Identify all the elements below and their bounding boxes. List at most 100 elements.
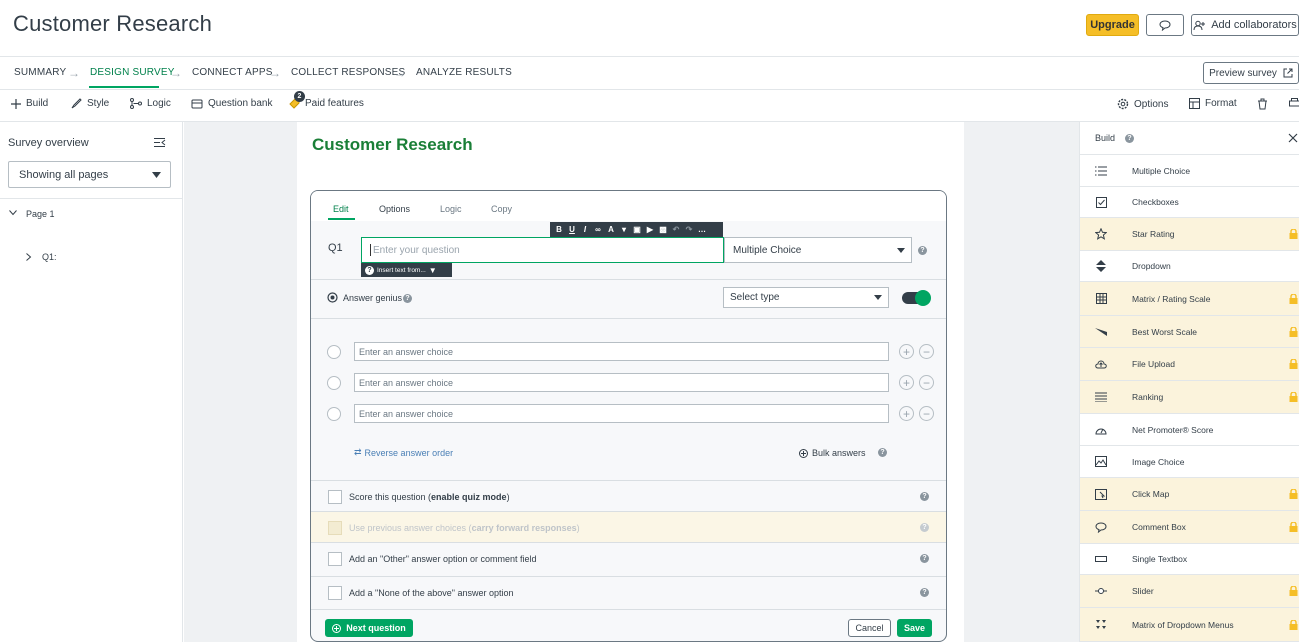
help-icon[interactable]: ? [920, 588, 929, 597]
star-icon [1094, 227, 1108, 241]
ranking-icon [1094, 390, 1108, 404]
question-type-item[interactable]: Dropdown [1080, 251, 1299, 282]
question-type-item[interactable]: Matrix of Dropdown Menus [1080, 608, 1299, 642]
question-type-help-icon[interactable]: ? [918, 246, 927, 255]
link-icon[interactable]: ∞ [592, 225, 604, 234]
tab-logic[interactable]: Logic [440, 204, 462, 214]
help-icon[interactable]: ? [920, 492, 929, 501]
question-type-item[interactable]: Click Map [1080, 478, 1299, 511]
help-icon[interactable]: ? [920, 523, 929, 532]
delete-tool[interactable] [1257, 98, 1268, 110]
remove-answer-icon[interactable]: − [919, 344, 934, 359]
comments-button[interactable] [1146, 14, 1184, 36]
logic-tool[interactable]: Logic [130, 98, 171, 109]
font-color-icon[interactable]: A [605, 225, 617, 234]
tab-copy[interactable]: Copy [491, 204, 512, 214]
question-type-item[interactable]: Single Textbox [1080, 544, 1299, 575]
close-icon[interactable] [1288, 133, 1298, 143]
question-type-item[interactable]: Best Worst Scale [1080, 316, 1299, 348]
italic-icon[interactable]: I [579, 225, 591, 234]
answer-type-select[interactable]: Select type [723, 287, 889, 308]
question-type-item[interactable]: Ranking [1080, 381, 1299, 414]
remove-answer-icon[interactable]: − [919, 406, 934, 421]
other-option-checkbox[interactable] [328, 551, 342, 566]
bulk-answers-help-icon[interactable]: ? [878, 448, 887, 457]
embed-icon[interactable]: ▩ [657, 225, 669, 234]
question-type-item[interactable]: Slider [1080, 575, 1299, 608]
build-help-icon[interactable]: ? [1125, 133, 1135, 143]
page-1-item[interactable]: Page 1 [26, 209, 55, 219]
add-answer-icon[interactable]: + [899, 344, 914, 359]
format-tool[interactable]: Format [1189, 98, 1237, 109]
q1-item[interactable]: Q1: [42, 252, 57, 262]
add-answer-icon[interactable]: + [899, 406, 914, 421]
video-icon[interactable]: ▶ [644, 225, 656, 234]
other-option[interactable]: Add an "Other" answer option or comment … [311, 543, 946, 574]
bold-icon[interactable]: B [553, 225, 565, 234]
style-tool[interactable]: Style [71, 98, 109, 109]
more-tool[interactable] [1289, 98, 1299, 109]
page-filter-select[interactable]: Showing all pages [8, 161, 171, 188]
reverse-answer-order-link[interactable]: ⇄ Reverse answer order [354, 447, 453, 458]
redo-icon[interactable]: ↷ [683, 225, 695, 234]
step-summary[interactable]: SUMMARY [14, 67, 66, 78]
answer-choice-input[interactable]: Enter an answer choice [354, 373, 889, 392]
step-connect-apps[interactable]: CONNECT APPS [192, 67, 273, 78]
question-type-label: Matrix / Rating Scale [1132, 293, 1211, 304]
click-map-icon [1094, 487, 1108, 501]
lock-icon [1289, 586, 1298, 596]
q1-toggle[interactable] [26, 253, 32, 261]
question-type-item[interactable]: Star Rating [1080, 218, 1299, 251]
answer-choice-input[interactable]: Enter an answer choice [354, 342, 889, 361]
question-type-item[interactable]: Image Choice [1080, 446, 1299, 478]
lock-icon [1289, 293, 1298, 304]
tab-edit[interactable]: Edit [333, 204, 349, 214]
question-type-item[interactable]: File Upload [1080, 348, 1299, 381]
card-divider [311, 609, 946, 610]
help-icon[interactable]: ? [920, 554, 929, 563]
more-icon[interactable]: … [696, 225, 708, 234]
undo-icon[interactable]: ↶ [670, 225, 682, 234]
score-question-checkbox[interactable] [328, 489, 342, 504]
answer-choice-input[interactable]: Enter an answer choice [354, 404, 889, 423]
bulk-answers-button[interactable]: Bulk answers [799, 448, 866, 458]
step-design-survey[interactable]: DESIGN SURVEY [90, 67, 175, 78]
survey-title[interactable]: Customer Research [312, 135, 473, 155]
question-input[interactable]: Enter your question [361, 237, 724, 263]
add-answer-icon[interactable]: + [899, 375, 914, 390]
question-type-select[interactable]: Multiple Choice [724, 237, 912, 263]
question-type-item[interactable]: Net Promoter® Score [1080, 414, 1299, 446]
add-collaborators-label: Add collaborators [1211, 19, 1297, 31]
previous-answers-checkbox [328, 520, 342, 535]
upgrade-button[interactable]: Upgrade [1086, 14, 1139, 36]
step-collect-responses[interactable]: COLLECT RESPONSES [291, 67, 405, 78]
chevron-down-icon [152, 172, 161, 178]
collapse-panel-icon[interactable] [154, 137, 166, 148]
options-tool[interactable]: Options [1117, 98, 1168, 110]
none-of-above-option[interactable]: Add a "None of the above" answer option … [311, 577, 946, 608]
tab-options[interactable]: Options [379, 204, 410, 214]
dropdown-caret-icon[interactable]: ▾ [618, 225, 630, 234]
page-1-toggle[interactable] [9, 210, 17, 216]
none-of-above-checkbox[interactable] [328, 585, 342, 600]
image-icon[interactable]: ▣ [631, 225, 643, 234]
question-type-item[interactable]: Matrix / Rating Scale [1080, 282, 1299, 316]
question-type-item[interactable]: Comment Box [1080, 511, 1299, 544]
question-type-item[interactable]: Checkboxes [1080, 187, 1299, 218]
preview-survey-button[interactable]: Preview survey [1203, 62, 1299, 84]
insert-text-button[interactable]: ? Insert text from... ▼ [361, 263, 452, 277]
best-worst-icon [1094, 325, 1108, 339]
step-analyze-results[interactable]: ANALYZE RESULTS [416, 67, 512, 78]
save-button[interactable]: Save [897, 619, 932, 637]
underline-icon[interactable]: U [566, 225, 578, 234]
question-type-item[interactable]: Multiple Choice [1080, 155, 1299, 187]
next-question-button[interactable]: Next question [325, 619, 413, 637]
build-tool[interactable]: Build [11, 98, 48, 109]
score-question-option[interactable]: Score this question (enable quiz mode) ? [311, 481, 946, 512]
cancel-button[interactable]: Cancel [848, 619, 891, 637]
answer-genius-help-icon[interactable]: ? [403, 294, 412, 303]
question-type-label: Single Textbox [1132, 554, 1188, 564]
question-bank-tool[interactable]: Question bank [191, 98, 273, 109]
add-collaborators-button[interactable]: Add collaborators [1191, 14, 1299, 36]
remove-answer-icon[interactable]: − [919, 375, 934, 390]
